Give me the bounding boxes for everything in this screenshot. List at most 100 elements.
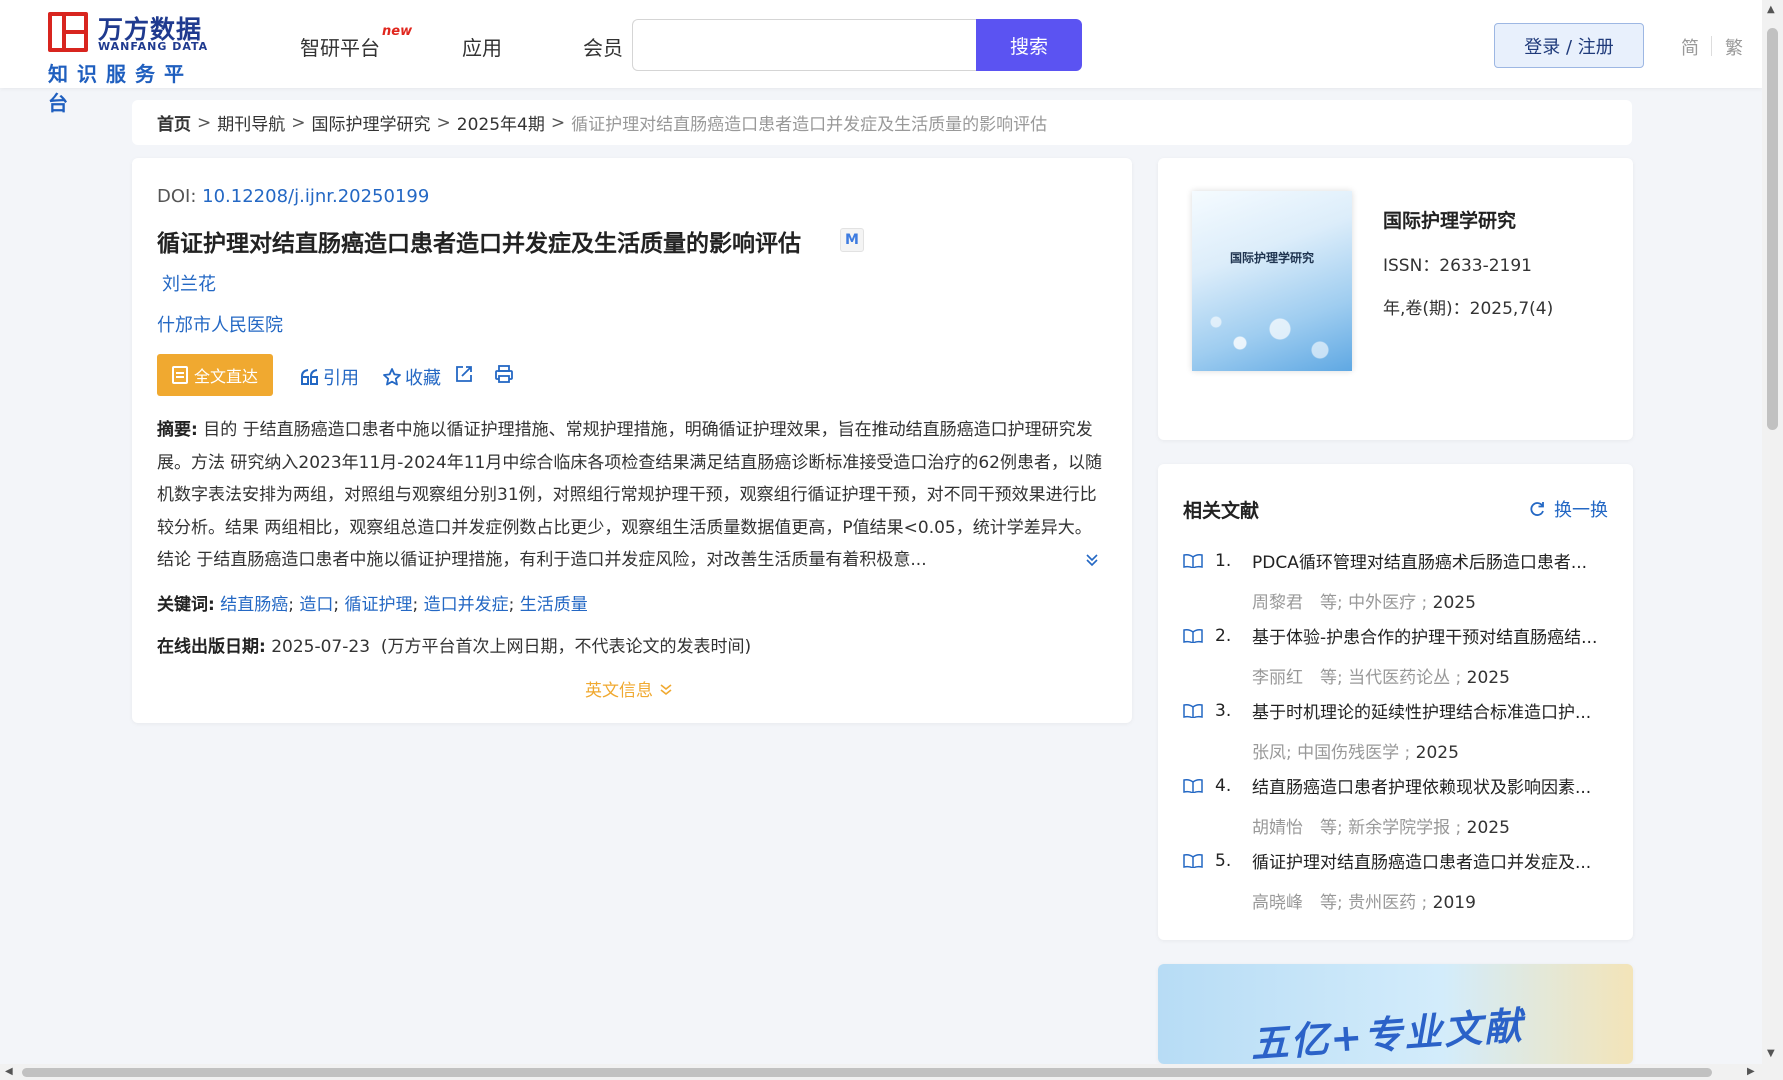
- breadcrumb-journal[interactable]: 国际护理学研究: [312, 110, 431, 135]
- logo-text-en: WANFANG DATA: [98, 40, 209, 53]
- book-icon: [1183, 553, 1203, 568]
- journal-issn: ISSN：2633-2191: [1383, 256, 1532, 276]
- keyword-link[interactable]: 结直肠癌: [220, 595, 288, 615]
- print-button[interactable]: [494, 364, 514, 384]
- promo-banner[interactable]: 五亿+专业文献: [1158, 964, 1633, 1064]
- quote-icon: [301, 369, 318, 385]
- horizontal-scroll-thumb[interactable]: [22, 1068, 1712, 1077]
- abstract-text: 目的 于结直肠癌造口患者中施以循证护理措施、常规护理措施，明确循证护理效果，旨在…: [157, 420, 1102, 570]
- article-title: 循证护理对结直肠癌造口患者造口并发症及生活质量的影响评估: [157, 231, 801, 257]
- breadcrumb-separator: >: [197, 112, 212, 133]
- book-icon: [1183, 628, 1203, 643]
- keyword-link[interactable]: 生活质量: [520, 595, 588, 615]
- doi-label: DOI:: [157, 186, 197, 207]
- pubdate-note: (万方平台首次上网日期，不代表论文的发表时间): [380, 637, 752, 657]
- vertical-scroll-thumb[interactable]: [1767, 28, 1778, 430]
- nav-zhiyan[interactable]: 智研平台: [300, 32, 380, 61]
- article-card: DOI: 10.12208/j.ijnr.20250199 循证护理对结直肠癌造…: [132, 158, 1132, 723]
- related-year: 2025: [1466, 668, 1510, 688]
- search-input[interactable]: [632, 19, 977, 71]
- favorite-button[interactable]: 收藏: [382, 364, 441, 390]
- journal-card: 国际护理学研究 国际护理学研究 ISSN：2633-2191 年,卷(期)：20…: [1158, 158, 1633, 440]
- related-title-link[interactable]: PDCA循环管理对结直肠癌术后肠造口患者...: [1252, 548, 1612, 573]
- keyword-link[interactable]: 循证护理: [345, 595, 413, 615]
- vertical-scrollbar[interactable]: ▲ ▼: [1762, 0, 1783, 1080]
- chevron-down-icon: [660, 684, 672, 696]
- lang-traditional[interactable]: 繁: [1725, 34, 1743, 60]
- related-number: 2.: [1215, 625, 1232, 646]
- related-literature-card: 相关文献 换一换 1. PDCA循环管理对结直肠癌术后肠造口患者... 周黎君 …: [1158, 464, 1633, 940]
- nav-member[interactable]: 会员: [583, 32, 623, 61]
- author-link[interactable]: 刘兰花: [162, 270, 216, 296]
- keyword-link[interactable]: 造口: [299, 595, 333, 615]
- breadcrumb-issue[interactable]: 2025年4期: [457, 110, 545, 135]
- expand-abstract-icon[interactable]: [1084, 552, 1100, 572]
- related-year: 2019: [1432, 893, 1476, 913]
- wanfang-logo-icon: [48, 12, 88, 52]
- related-number: 5.: [1215, 850, 1232, 871]
- related-meta: 张凤; 中国伤残医学 ;: [1252, 743, 1411, 763]
- related-title-link[interactable]: 结直肠癌造口患者护理依赖现状及影响因素...: [1252, 773, 1612, 798]
- breadcrumb-home[interactable]: 首页: [157, 110, 191, 135]
- keywords: 关键词: 结直肠癌; 造口; 循证护理; 造口并发症; 生活质量: [157, 595, 588, 615]
- journal-cover[interactable]: 国际护理学研究: [1192, 191, 1352, 371]
- scroll-right-arrow-icon[interactable]: ▶: [1747, 1066, 1755, 1077]
- related-year: 2025: [1415, 743, 1459, 763]
- breadcrumb-separator: >: [550, 112, 566, 133]
- doi-link[interactable]: 10.12208/j.ijnr.20250199: [202, 186, 429, 207]
- scroll-left-arrow-icon[interactable]: ◀: [5, 1066, 13, 1077]
- related-item[interactable]: 5. 循证护理对结直肠癌造口患者造口并发症及... 高晓峰 等; 贵州医药 ; …: [1183, 848, 1613, 913]
- lang-simplified[interactable]: 简: [1681, 34, 1699, 60]
- search-button[interactable]: 搜索: [976, 19, 1082, 71]
- scroll-down-arrow-icon[interactable]: ▼: [1767, 1048, 1775, 1059]
- publish-date: 在线出版日期: 2025-07-23 (万方平台首次上网日期，不代表论文的发表时…: [157, 632, 751, 657]
- book-icon: [1183, 778, 1203, 793]
- related-meta: 周黎君 等; 中外医疗 ;: [1252, 593, 1428, 613]
- related-meta: 胡婧怡 等; 新余学院学报 ;: [1252, 818, 1462, 838]
- favorite-label: 收藏: [405, 368, 441, 389]
- related-item[interactable]: 1. PDCA循环管理对结直肠癌术后肠造口患者... 周黎君 等; 中外医疗 ;…: [1183, 548, 1613, 613]
- free-fulltext-icon: [171, 366, 188, 384]
- refresh-label: 换一换: [1554, 500, 1608, 521]
- related-item[interactable]: 3. 基于时机理论的延续性护理结合标准造口护... 张凤; 中国伤残医学 ; 2…: [1183, 698, 1613, 763]
- related-meta: 高晓峰 等; 贵州医药 ;: [1252, 893, 1428, 913]
- breadcrumb-current: 循证护理对结直肠癌造口患者造口并发症及生活质量的影响评估: [571, 115, 1048, 135]
- book-icon: [1183, 853, 1203, 868]
- english-info-label: 英文信息: [585, 681, 653, 701]
- related-title-link[interactable]: 基于时机理论的延续性护理结合标准造口护...: [1252, 698, 1612, 723]
- pubdate-label: 在线出版日期:: [157, 637, 266, 657]
- scroll-up-arrow-icon[interactable]: ▲: [1767, 4, 1775, 15]
- refresh-button[interactable]: 换一换: [1528, 496, 1608, 522]
- wanfang-logo[interactable]: 万方数据 WANFANG DATA 知识服务平台: [48, 10, 218, 115]
- related-title-link[interactable]: 基于体验-护患合作的护理干预对结直肠癌结...: [1252, 623, 1612, 648]
- nav-apps[interactable]: 应用: [462, 32, 502, 61]
- breadcrumb-journal-nav[interactable]: 期刊导航: [217, 110, 285, 135]
- related-item[interactable]: 4. 结直肠癌造口患者护理依赖现状及影响因素... 胡婧怡 等; 新余学院学报 …: [1183, 773, 1613, 838]
- mendeley-icon[interactable]: M: [840, 228, 864, 252]
- doi-line: DOI: 10.12208/j.ijnr.20250199: [157, 186, 429, 207]
- cite-button[interactable]: 引用: [300, 364, 359, 390]
- keyword-link[interactable]: 造口并发症: [424, 595, 509, 615]
- pubdate-value: 2025-07-23: [271, 637, 371, 657]
- related-number: 4.: [1215, 775, 1232, 796]
- fulltext-button[interactable]: 全文直达: [157, 354, 273, 396]
- related-year: 2025: [1466, 818, 1510, 838]
- print-icon: [495, 365, 513, 383]
- related-meta: 李丽红 等; 当代医药论丛 ;: [1252, 668, 1462, 688]
- journal-volume: 年,卷(期)：2025,7(4): [1383, 299, 1554, 319]
- login-register-button[interactable]: 登录 / 注册: [1494, 23, 1644, 68]
- share-icon: [456, 366, 472, 382]
- english-info-toggle[interactable]: 英文信息: [585, 676, 674, 701]
- cover-decoration: [1192, 301, 1352, 371]
- related-title-link[interactable]: 循证护理对结直肠癌造口患者造口并发症及...: [1252, 848, 1612, 873]
- book-icon: [1183, 703, 1203, 718]
- related-item[interactable]: 2. 基于体验-护患合作的护理干预对结直肠癌结... 李丽红 等; 当代医药论丛…: [1183, 623, 1613, 688]
- organization-link[interactable]: 什邡市人民医院: [157, 311, 283, 337]
- lang-divider: [1711, 36, 1712, 56]
- breadcrumb-separator: >: [436, 112, 451, 133]
- journal-name[interactable]: 国际护理学研究: [1383, 206, 1516, 233]
- share-button[interactable]: [454, 364, 474, 384]
- related-title: 相关文献: [1183, 500, 1260, 522]
- horizontal-scrollbar[interactable]: ◀ ▶: [0, 1064, 1762, 1080]
- cover-title: 国际护理学研究: [1229, 251, 1314, 265]
